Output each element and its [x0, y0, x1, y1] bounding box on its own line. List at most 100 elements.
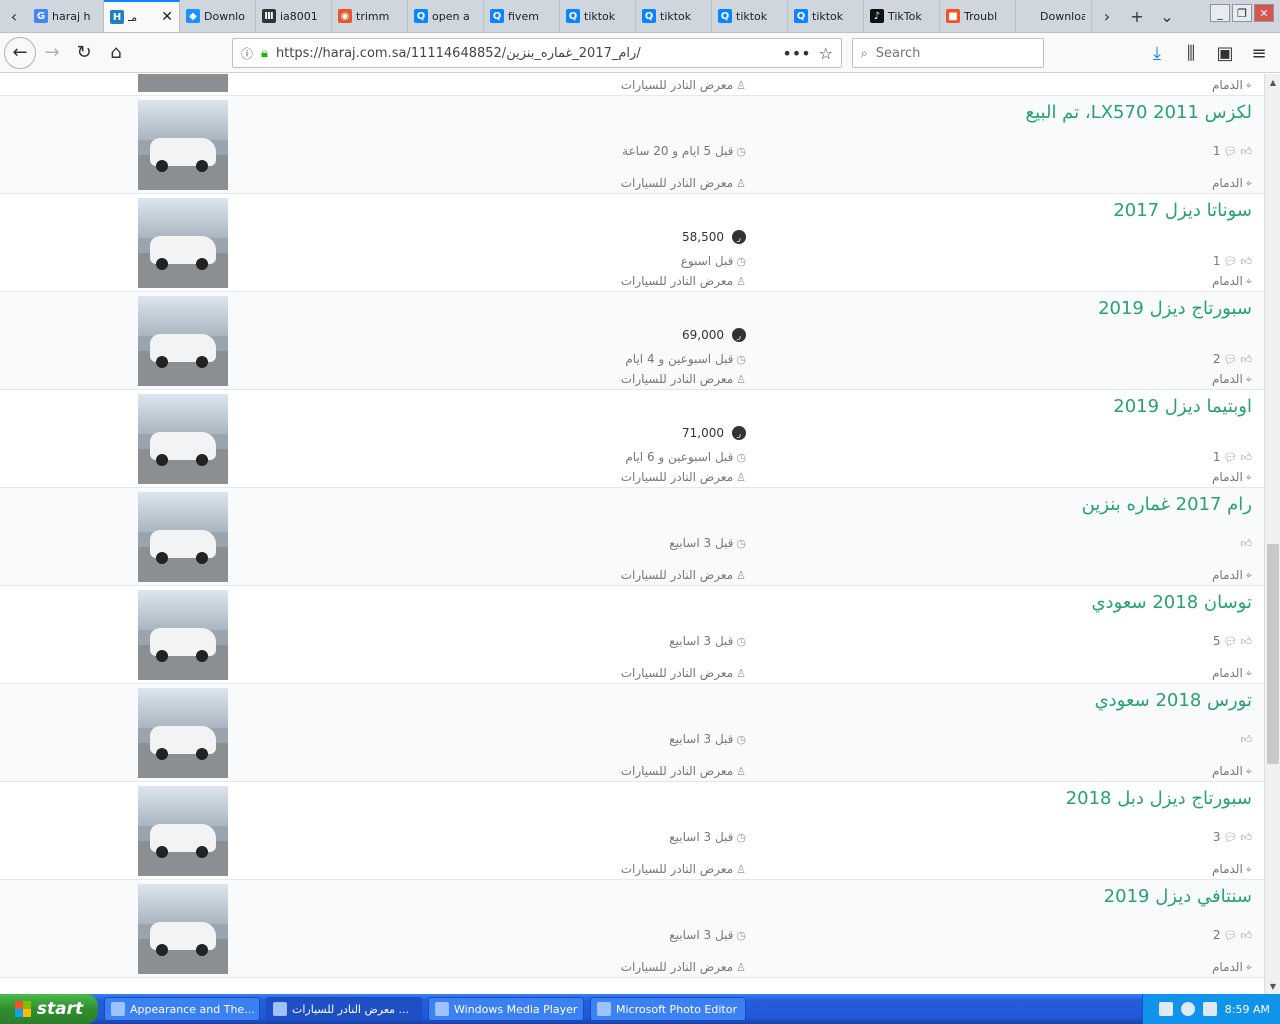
- taskbar-button[interactable]: Microsoft Photo Editor: [590, 997, 746, 1021]
- listing-row[interactable]: رام 2017 غماره بنزين ◷قبل 3 اسابيع ♙معرض ا…: [0, 488, 1264, 586]
- browser-tab[interactable]: ◆ Downlo: [180, 0, 256, 32]
- thumbs-up-icon[interactable]: 👍︎: [1241, 537, 1253, 550]
- thumbs-up-icon[interactable]: 👍︎: [1241, 635, 1253, 648]
- browser-tab[interactable]: ◉ trimm: [332, 0, 408, 32]
- tab-scroll-right-icon[interactable]: ›: [1092, 0, 1122, 32]
- browser-tab[interactable]: Ⅲia8001: [256, 0, 332, 32]
- listing-thumbnail[interactable]: [138, 786, 228, 876]
- location-text[interactable]: الدمام: [1212, 176, 1243, 190]
- thumbs-up-icon[interactable]: 👍︎: [1241, 733, 1253, 746]
- tab-list-menu-icon[interactable]: ⌄: [1152, 0, 1182, 32]
- listing-location[interactable]: ⌖الدمام: [1212, 568, 1252, 583]
- listing-row[interactable]: سبورتاج ديزل دبل 2018 ◷قبل 3 اسابيع ♙معرض …: [0, 782, 1264, 880]
- browser-tab[interactable]: Qtiktok: [788, 0, 864, 32]
- home-button[interactable]: ⌂: [100, 37, 132, 69]
- listing-thumbnail[interactable]: [138, 884, 228, 974]
- listing-title[interactable]: سبورتاج ديزل دبل 2018: [1066, 788, 1252, 809]
- listing-title[interactable]: توسان 2018 سعودي: [1091, 592, 1252, 613]
- thumbs-up-icon[interactable]: 👍︎: [1241, 831, 1253, 844]
- sidebar-icon[interactable]: ▣: [1210, 37, 1240, 69]
- listing-row[interactable]: لكزس LX570 2011، تم البيع ◷قبل 5 ايام و 2…: [0, 96, 1264, 194]
- listing-row[interactable]: اوبتيما ديزل 2019 71,000 ر ◷قبل اسبوعين و 6…: [0, 390, 1264, 488]
- maximize-button[interactable]: ❐: [1232, 4, 1252, 22]
- listing-row[interactable]: سبورتاج ديزل 2019 69,000 ر ◷قبل اسبوعين و 4…: [0, 292, 1264, 390]
- vertical-scrollbar[interactable]: ▲ ▼: [1264, 74, 1280, 994]
- listing-thumbnail[interactable]: [138, 74, 228, 92]
- tab-scroll-left-icon[interactable]: ‹: [0, 0, 28, 32]
- forward-button[interactable]: →: [36, 37, 68, 69]
- listing-seller[interactable]: ♙معرض النادر للسيارات: [621, 470, 746, 484]
- listing-seller[interactable]: ♙معرض النادر للسيارات: [621, 176, 746, 190]
- location-text[interactable]: الدمام: [1212, 78, 1243, 92]
- seller-text[interactable]: معرض النادر للسيارات: [621, 568, 733, 582]
- thumbs-up-icon[interactable]: 👍︎: [1241, 353, 1253, 366]
- listing-seller[interactable]: ♙معرض النادر للسيارات: [621, 862, 746, 876]
- browser-tab[interactable]: ■ Troubl: [940, 0, 1016, 32]
- taskbar-button[interactable]: Appearance and The...: [104, 997, 260, 1021]
- listing-thumbnail[interactable]: [138, 688, 228, 778]
- scroll-down-arrow[interactable]: ▼: [1265, 978, 1280, 994]
- listing-location[interactable]: ⌖الدمام: [1212, 470, 1252, 485]
- hamburger-menu-icon[interactable]: ≡: [1244, 37, 1274, 69]
- listing-thumbnail[interactable]: [138, 100, 228, 190]
- listing-title[interactable]: اوبتيما ديزل 2019: [1113, 396, 1252, 417]
- new-tab-button[interactable]: +: [1122, 0, 1152, 32]
- listing-thumbnail[interactable]: [138, 296, 228, 386]
- listing-location[interactable]: ⌖الدمام: [1212, 372, 1252, 387]
- listing-title[interactable]: رام 2017 غماره بنزين: [1082, 494, 1252, 515]
- browser-tab[interactable]: Qopen a: [408, 0, 484, 32]
- location-text[interactable]: الدمام: [1212, 568, 1243, 582]
- taskbar-button[interactable]: Windows Media Player: [428, 997, 584, 1021]
- tray-network-icon[interactable]: [1202, 1002, 1217, 1016]
- download-icon[interactable]: ⤓: [1142, 37, 1172, 69]
- seller-text[interactable]: معرض النادر للسيارات: [621, 960, 733, 974]
- seller-text[interactable]: معرض النادر للسيارات: [621, 862, 733, 876]
- location-text[interactable]: الدمام: [1212, 274, 1243, 288]
- location-text[interactable]: الدمام: [1212, 862, 1243, 876]
- listing-seller[interactable]: ♙معرض النادر للسيارات: [621, 960, 746, 974]
- search-input[interactable]: [875, 45, 1016, 61]
- listing-thumbnail[interactable]: [138, 492, 228, 582]
- browser-tab[interactable]: Download: [1016, 0, 1092, 32]
- tab-close-icon[interactable]: ✕: [161, 9, 173, 25]
- listing-seller[interactable]: ♙معرض النادر للسيارات: [621, 372, 746, 386]
- seller-text[interactable]: معرض النادر للسيارات: [621, 274, 733, 288]
- reload-button[interactable]: ↻: [68, 37, 100, 69]
- listing-title[interactable]: سبورتاج ديزل 2019: [1098, 298, 1252, 319]
- listing-title[interactable]: لكزس LX570 2011، تم البيع: [1026, 102, 1252, 123]
- listing-seller[interactable]: ♙معرض النادر للسيارات: [621, 274, 746, 288]
- listing-seller[interactable]: ♙معرض النادر للسيارات: [621, 568, 746, 582]
- listing-row[interactable]: سوناتا ديزل 2017 58,500 ر ◷قبل اسبوع ♙معرض ا…: [0, 194, 1264, 292]
- seller-text[interactable]: معرض النادر للسيارات: [621, 372, 733, 386]
- listing-location[interactable]: ⌖الدمام: [1212, 666, 1252, 681]
- listing-row[interactable]: تورس 2018 سعودي ◷قبل 3 اسابيع ♙معرض النادر…: [0, 684, 1264, 782]
- taskbar-button[interactable]: معرض النادر للسيارات ...: [266, 997, 422, 1021]
- minimize-button[interactable]: _: [1210, 4, 1230, 22]
- listing-title[interactable]: سنتافي ديزل 2019: [1104, 886, 1252, 907]
- tray-chevron-icon[interactable]: [1180, 1002, 1195, 1016]
- info-icon[interactable]: ⓘ: [241, 45, 253, 62]
- listing-row[interactable]: سنتافي ديزل 2019 ◷قبل 3 اسابيع ♙معرض الناد…: [0, 880, 1264, 978]
- listing-title[interactable]: تورس 2018 سعودي: [1095, 690, 1252, 711]
- location-text[interactable]: الدمام: [1212, 666, 1243, 680]
- listing-seller[interactable]: ♙معرض النادر للسيارات: [621, 78, 746, 92]
- listing-title[interactable]: سوناتا ديزل 2017: [1113, 200, 1252, 221]
- url-text[interactable]: https://haraj.com.sa/11114648852/رام_201…: [276, 46, 774, 61]
- tray-keyboard-icon[interactable]: [1158, 1002, 1173, 1016]
- browser-tab[interactable]: Qtiktok: [560, 0, 636, 32]
- browser-tab[interactable]: H مـ ✕: [104, 0, 180, 32]
- listing-location[interactable]: ⌖الدمام: [1212, 78, 1252, 93]
- browser-tab[interactable]: Qfivem: [484, 0, 560, 32]
- bookmark-star-icon[interactable]: ☆: [819, 44, 833, 63]
- browser-tab[interactable]: Qtiktok: [712, 0, 788, 32]
- thumbs-up-icon[interactable]: 👍︎: [1241, 255, 1253, 268]
- listing-thumbnail[interactable]: [138, 590, 228, 680]
- close-window-button[interactable]: ✕: [1254, 4, 1274, 22]
- thumbs-up-icon[interactable]: 👍︎: [1241, 929, 1253, 942]
- seller-text[interactable]: معرض النادر للسيارات: [621, 666, 733, 680]
- seller-text[interactable]: معرض النادر للسيارات: [621, 176, 733, 190]
- back-button[interactable]: ←: [4, 36, 36, 69]
- location-text[interactable]: الدمام: [1212, 764, 1243, 778]
- listing-row[interactable]: توسان 2018 سعودي ◷قبل 3 اسابيع ♙معرض الناد…: [0, 586, 1264, 684]
- seller-text[interactable]: معرض النادر للسيارات: [621, 78, 733, 92]
